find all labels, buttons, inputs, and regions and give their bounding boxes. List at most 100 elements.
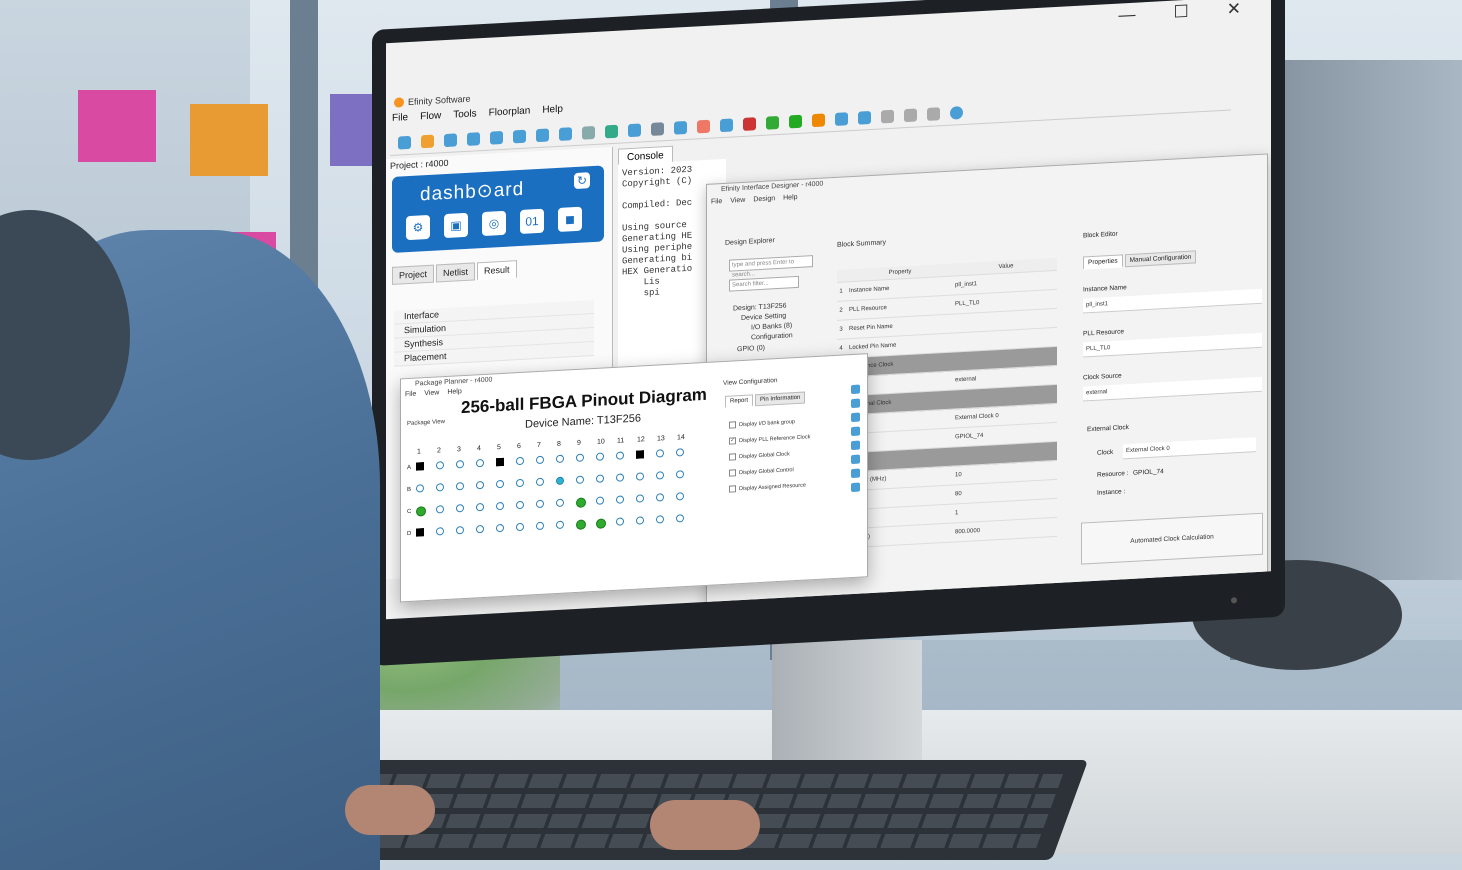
pin-ball[interactable] bbox=[516, 456, 524, 466]
pin-ball[interactable] bbox=[436, 483, 444, 492]
tree-gpio[interactable]: GPIO (0) bbox=[737, 345, 765, 354]
analyzer-icon[interactable] bbox=[628, 122, 641, 137]
menu-flow[interactable]: Flow bbox=[420, 110, 441, 122]
view-option[interactable]: Display Assigned Resource bbox=[729, 481, 806, 493]
dashboard-bitstream-button[interactable]: 01 bbox=[520, 208, 544, 234]
checkbox[interactable] bbox=[729, 421, 736, 429]
pin-ball[interactable] bbox=[556, 498, 564, 508]
checkbox[interactable]: ✓ bbox=[729, 437, 736, 445]
pin-ball[interactable] bbox=[656, 493, 664, 502]
menu-file[interactable]: File bbox=[405, 391, 416, 399]
pen-icon[interactable] bbox=[881, 109, 894, 123]
pin-ball[interactable] bbox=[416, 462, 424, 471]
tab-manual-configuration[interactable]: Manual Configuration bbox=[1124, 250, 1197, 268]
tree-design[interactable]: Design: T13F256 bbox=[733, 303, 787, 313]
pen-icon[interactable] bbox=[904, 107, 917, 122]
pin-ball[interactable] bbox=[576, 475, 584, 484]
search-filter-select[interactable]: Search filter... bbox=[729, 275, 799, 292]
pin-ball[interactable] bbox=[656, 471, 664, 480]
pin-ball[interactable] bbox=[616, 495, 624, 504]
tab-report[interactable]: Report bbox=[725, 394, 754, 408]
pin-ball[interactable] bbox=[496, 457, 504, 467]
toolbar-icon[interactable] bbox=[421, 134, 434, 148]
pin-ball[interactable] bbox=[476, 458, 484, 468]
rotate-icon[interactable] bbox=[851, 454, 860, 465]
pin-ball[interactable] bbox=[636, 516, 644, 525]
menu-help[interactable]: Help bbox=[783, 194, 797, 202]
pin-ball[interactable] bbox=[456, 526, 464, 535]
toolbar-icon[interactable] bbox=[398, 135, 411, 150]
pan-icon[interactable] bbox=[851, 426, 860, 437]
tab-result[interactable]: Result bbox=[477, 260, 517, 281]
pin-ball[interactable] bbox=[436, 527, 444, 536]
grid-icon[interactable] bbox=[651, 121, 664, 136]
maximize-button[interactable]: ☐ bbox=[1174, 2, 1189, 23]
synthesis-icon[interactable] bbox=[766, 115, 779, 130]
pin-ball[interactable] bbox=[456, 504, 464, 513]
menu-file[interactable]: File bbox=[392, 112, 408, 124]
pin-ball[interactable] bbox=[556, 454, 564, 464]
dashboard-route-button[interactable]: ◎ bbox=[482, 210, 506, 237]
pin-ball[interactable] bbox=[416, 506, 426, 517]
pin-ball[interactable] bbox=[636, 450, 644, 459]
pin-ball[interactable] bbox=[676, 470, 684, 479]
checkbox[interactable] bbox=[729, 469, 736, 477]
save-icon[interactable] bbox=[536, 127, 549, 142]
help-icon[interactable] bbox=[950, 105, 963, 120]
timing-icon[interactable] bbox=[812, 112, 825, 127]
menu-view[interactable]: View bbox=[424, 389, 439, 397]
folder-icon[interactable] bbox=[513, 129, 526, 143]
bug-icon[interactable] bbox=[789, 114, 802, 128]
pin-ball[interactable] bbox=[416, 484, 424, 493]
view-option[interactable]: Display I/O bank group bbox=[729, 418, 795, 429]
pin-ball[interactable] bbox=[476, 502, 484, 512]
rotate-icon[interactable] bbox=[851, 468, 860, 479]
checkbox[interactable] bbox=[729, 453, 736, 461]
tab-pin-information[interactable]: Pin Information bbox=[755, 391, 806, 407]
route-icon[interactable] bbox=[674, 120, 687, 135]
open-file-icon[interactable] bbox=[467, 131, 480, 146]
zoom-fit-icon[interactable] bbox=[851, 412, 860, 423]
pin-ball[interactable] bbox=[496, 523, 504, 533]
package-icon[interactable] bbox=[858, 110, 871, 125]
pin-ball[interactable] bbox=[596, 518, 606, 529]
menu-tools[interactable]: Tools bbox=[453, 108, 476, 120]
menu-design[interactable]: Design bbox=[753, 195, 775, 203]
pin-ball[interactable] bbox=[476, 524, 484, 534]
pin-ball[interactable] bbox=[536, 455, 544, 465]
dashboard-place-button[interactable]: ▣ bbox=[444, 212, 468, 239]
view-option[interactable]: Display Global Control bbox=[729, 466, 794, 477]
pin-ball[interactable] bbox=[596, 452, 604, 461]
pin-ball[interactable] bbox=[676, 448, 684, 457]
pin-ball[interactable] bbox=[416, 528, 424, 537]
menu-view[interactable]: View bbox=[730, 197, 745, 205]
grid-icon[interactable] bbox=[851, 440, 860, 451]
instance-name-field[interactable]: pll_inst1 bbox=[1083, 288, 1262, 314]
pin-ball[interactable] bbox=[636, 494, 644, 503]
pin-ball[interactable] bbox=[676, 514, 684, 523]
tree-device-setting[interactable]: Device Setting bbox=[741, 313, 786, 322]
pin-ball[interactable] bbox=[576, 497, 586, 508]
menu-floorplan[interactable]: Floorplan bbox=[489, 105, 531, 118]
pen-icon[interactable] bbox=[927, 106, 940, 121]
automated-clock-calculation-button[interactable]: Automated Clock Calculation bbox=[1081, 512, 1263, 565]
pin-ball[interactable] bbox=[616, 473, 624, 482]
view-icon[interactable] bbox=[582, 125, 595, 140]
pll-resource-field[interactable]: PLL_TL0 bbox=[1083, 332, 1262, 358]
export-icon[interactable] bbox=[851, 482, 860, 493]
flow-icon[interactable] bbox=[697, 119, 710, 133]
clock-source-select[interactable]: external bbox=[1083, 376, 1262, 402]
pin-ball[interactable] bbox=[496, 501, 504, 511]
pin-ball[interactable] bbox=[516, 478, 524, 488]
new-file-icon[interactable] bbox=[444, 132, 457, 147]
chip-icon[interactable] bbox=[605, 124, 618, 138]
folder-icon[interactable] bbox=[559, 126, 572, 141]
refresh-icon[interactable]: ↻ bbox=[574, 172, 590, 190]
tab-netlist[interactable]: Netlist bbox=[436, 262, 476, 283]
menu-help[interactable]: Help bbox=[542, 104, 563, 116]
pin-ball[interactable] bbox=[456, 482, 464, 491]
pin-ball[interactable] bbox=[656, 449, 664, 458]
pin-ball[interactable] bbox=[616, 451, 624, 460]
pin-ball[interactable] bbox=[516, 522, 524, 532]
pin-ball[interactable] bbox=[456, 460, 464, 469]
